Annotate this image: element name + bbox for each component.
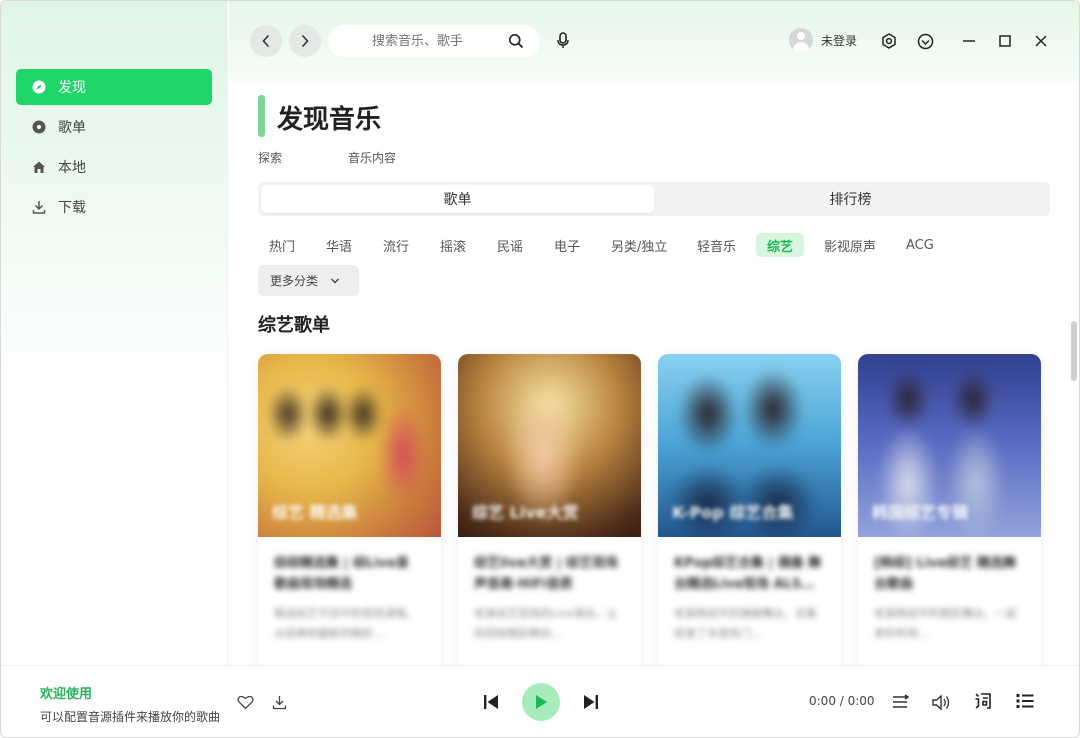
tag-acg[interactable]: ACG <box>895 233 945 257</box>
category-tags: 热门 华语 流行 摇滚 民谣 电子 另类/独立 轻音乐 综艺 影视原声 ACG <box>258 233 1058 259</box>
playlist-card[interactable]: 韩国综艺专辑 [韩综] Live综艺 精选舞台歌曲 收录韩综中的精彩舞台，一起来… <box>858 354 1041 665</box>
playlist-card[interactable]: K-Pop 综艺合集 KPop综艺合集 | 偶像 舞台精选Live现场 ALS…… <box>658 354 841 665</box>
header: 未登录 <box>229 1 1079 81</box>
home-icon <box>32 160 46 174</box>
playlist-card[interactable]: 综艺 Live大赏 综艺live大赏 | 综艺现场 声音高·HiFi音质 收录综… <box>458 354 641 665</box>
tag-light-music[interactable]: 轻音乐 <box>686 233 747 257</box>
section-title: 综艺歌单 <box>258 315 330 336</box>
chevron-right-icon <box>301 34 309 48</box>
cover-label: 综艺 精选集 <box>272 503 358 522</box>
tag-chinese[interactable]: 华语 <box>315 233 363 257</box>
tag-electronic[interactable]: 电子 <box>543 233 591 257</box>
playlist-title: [韩综] Live综艺 精选舞台歌曲 <box>874 556 1016 592</box>
tag-rock[interactable]: 摇滚 <box>429 233 477 257</box>
sidebar-item-download[interactable]: 下载 <box>16 189 212 225</box>
playlist-cover: 综艺 Live大赏 <box>458 354 641 537</box>
tag-variety[interactable]: 综艺 <box>756 233 805 257</box>
settings-icon[interactable] <box>879 31 899 51</box>
playlist-icon[interactable] <box>1014 690 1036 712</box>
tab-charts[interactable]: 排行榜 <box>654 185 1047 213</box>
theme-icon[interactable] <box>915 31 935 51</box>
title-accent-bar <box>258 95 265 137</box>
app-window: 发现 歌单 本地 下载 搜索音乐、歌手 未登录 发现音乐 探索 音乐内容 歌单 … <box>0 0 1080 738</box>
heart-icon[interactable] <box>235 692 255 712</box>
tag-soundtrack[interactable]: 影视原声 <box>813 233 887 257</box>
playlist-cover: 韩国综艺专辑 <box>858 354 1041 537</box>
sidebar-item-label: 下载 <box>58 200 86 216</box>
playlist-cover: K-Pop 综艺合集 <box>658 354 841 537</box>
lyrics-icon[interactable] <box>972 690 994 712</box>
subtitle-music-content: 音乐内容 <box>348 151 397 165</box>
sidebar-item-label: 本地 <box>58 160 86 176</box>
disc-icon <box>32 120 46 134</box>
page-title: 发现音乐 <box>277 105 382 135</box>
playlist-title: 综综精选集 | 综Live录 歌曲现场精选 <box>274 556 409 592</box>
sidebar-item-discover[interactable]: 发现 <box>16 69 212 105</box>
cover-label: 韩国综艺专辑 <box>872 503 969 522</box>
more-categories-label: 更多分类 <box>270 274 319 288</box>
main-content: 发现音乐 探索 音乐内容 歌单 排行榜 热门 华语 流行 摇滚 民谣 电子 另类… <box>229 81 1079 665</box>
user-label: 未登录 <box>821 33 858 48</box>
playlist-desc: 收录韩综中的偶像舞台，合集收录了多首热门… <box>674 607 817 640</box>
more-categories-button[interactable]: 更多分类 <box>258 265 359 296</box>
time-display: 0:00 / 0:00 <box>809 694 875 708</box>
sidebar-item-local[interactable]: 本地 <box>16 149 212 185</box>
subtitle-explore: 探索 <box>258 151 283 165</box>
back-button[interactable] <box>250 25 282 57</box>
playlist-cover: 综艺 精选集 <box>258 354 441 537</box>
search-box <box>328 25 540 57</box>
tag-folk[interactable]: 民谣 <box>486 233 534 257</box>
chevron-left-icon <box>262 34 270 48</box>
playlist-desc: 收录综艺现场的Live演出，让你回味精彩瞬间… <box>474 607 618 640</box>
next-icon[interactable] <box>581 692 601 712</box>
download-icon[interactable] <box>269 692 289 712</box>
close-icon[interactable] <box>1031 31 1051 51</box>
microphone-icon[interactable] <box>553 31 573 51</box>
sidebar-item-label: 发现 <box>58 80 86 96</box>
sidebar-nav: 发现 歌单 本地 下载 <box>16 69 212 229</box>
playlist-title: KPop综艺合集 | 偶像 舞台精选Live现场 ALS… <box>674 556 822 592</box>
minimize-icon[interactable] <box>959 31 979 51</box>
compass-icon <box>32 80 46 94</box>
tab-playlist[interactable]: 歌单 <box>261 185 654 213</box>
playlist-desc: 收录韩综中的精彩舞台，一起来听听吧… <box>874 607 1017 640</box>
chevron-down-icon <box>330 274 340 288</box>
tag-pop[interactable]: 流行 <box>372 233 420 257</box>
maximize-icon[interactable] <box>995 31 1015 51</box>
player-bar: 欢迎使用 可以配置音源插件来播放你的歌曲 0:00 / 0:00 <box>1 665 1079 737</box>
tag-hot[interactable]: 热门 <box>258 233 306 257</box>
playlist-title: 综艺live大赏 | 综艺现场 声音高·HiFi音质 <box>474 556 619 592</box>
download-icon <box>32 200 46 214</box>
cover-label: K-Pop 综艺合集 <box>672 503 794 522</box>
playlist-desc: 精选综艺节目中的现场演唱，从经典到最新的精彩… <box>274 607 417 640</box>
play-mode-icon[interactable] <box>890 691 912 713</box>
previous-icon[interactable] <box>481 692 501 712</box>
playlist-card[interactable]: 综艺 精选集 综综精选集 | 综Live录 歌曲现场精选 精选综艺节目中的现场演… <box>258 354 441 665</box>
sidebar-item-label: 歌单 <box>58 120 86 136</box>
sidebar: 发现 歌单 本地 下载 <box>1 1 228 665</box>
volume-icon[interactable] <box>930 691 952 713</box>
tag-alternative[interactable]: 另类/独立 <box>600 233 678 257</box>
tab-switcher: 歌单 排行榜 <box>258 182 1050 216</box>
forward-button[interactable] <box>289 25 321 57</box>
welcome-title: 欢迎使用 <box>40 687 93 702</box>
welcome-subtitle: 可以配置音源插件来播放你的歌曲 <box>40 710 221 724</box>
cover-label: 综艺 Live大赏 <box>472 503 579 522</box>
avatar <box>789 28 813 52</box>
sidebar-item-playlist[interactable]: 歌单 <box>16 109 212 145</box>
search-icon[interactable] <box>508 33 524 53</box>
user-login[interactable]: 未登录 <box>789 28 857 52</box>
scrollbar[interactable] <box>1071 321 1077 381</box>
play-button[interactable] <box>522 683 560 721</box>
play-icon <box>536 695 547 709</box>
